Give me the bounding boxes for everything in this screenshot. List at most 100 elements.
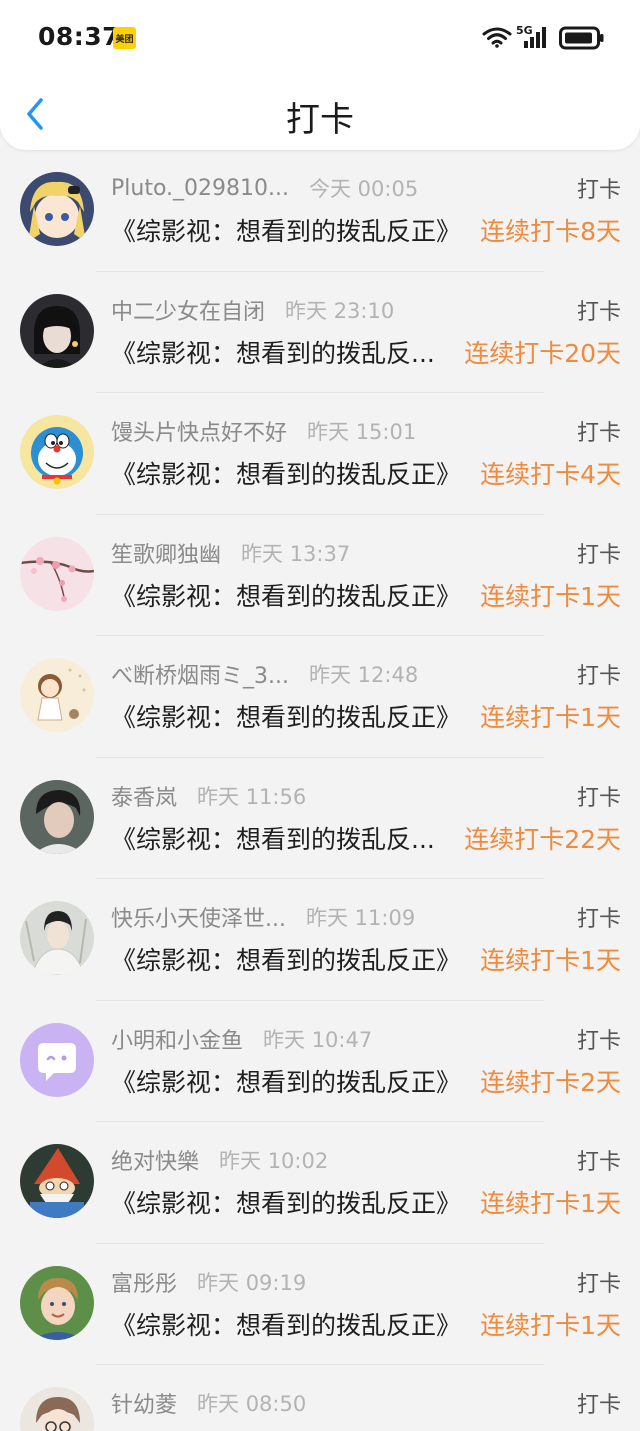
username[interactable]: 笙歌卿独幽 (111, 537, 221, 569)
list-item[interactable]: 泰香岚 昨天 11:56 打卡 《综影视：想看到的拨乱反... 连续打卡22天 (0, 758, 640, 880)
item-content: 《综影视：想看到的拨乱反正》 连续打卡8天 (111, 212, 621, 248)
meituan-app-badge-icon: 美团 (113, 27, 136, 49)
checkin-label: 打卡 (576, 299, 621, 325)
costume-portrait-avatar[interactable] (20, 901, 94, 975)
timestamp: 今天 00:05 (308, 177, 419, 201)
checkin-label: 打卡 (576, 178, 621, 203)
streak-count: 连续打卡1天 (480, 581, 621, 611)
item-meta: 中二少女在自闭 昨天 23:10 打卡 (111, 294, 621, 326)
checkin-label: 打卡 (576, 785, 621, 811)
nav-bar: 打卡 (0, 76, 640, 150)
cartoon-girl-avatar[interactable] (20, 658, 94, 732)
topic-title[interactable]: 《综影视：想看到的拨乱反... (111, 334, 435, 370)
status-bar: 08:37 美团 5G (0, 0, 640, 76)
topic-title[interactable]: 《综影视：想看到的拨乱反正》 (111, 212, 461, 248)
timestamp: 昨天 10:02 (219, 1149, 329, 1173)
username[interactable]: 针幼菱 (111, 1387, 177, 1419)
timestamp: 昨天 09:19 (197, 1270, 307, 1295)
checkin-label: 打卡 (576, 1271, 621, 1297)
signal-icon (524, 27, 546, 48)
list-item[interactable]: 快乐小天使泽世... 昨天 11:09 打卡 《综影视：想看到的拨乱反正》 连续… (0, 879, 640, 1001)
item-meta: 小明和小金鱼 昨天 10:47 打卡 (111, 1023, 621, 1055)
item-content: 《综影视：想看到的拨乱反正》 连续打卡1天 (111, 577, 621, 613)
item-meta: 快乐小天使泽世... 昨天 11:09 打卡 (111, 901, 621, 933)
username[interactable]: 快乐小天使泽世... (111, 901, 286, 933)
item-meta: Pluto._029810... 今天 00:05 打卡 (111, 172, 621, 204)
timestamp: 昨天 08:50 (197, 1392, 307, 1416)
checkin-label: 打卡 (576, 664, 621, 689)
streak-count: 连续打卡4天 (480, 460, 621, 489)
username[interactable]: 富彤彤 (111, 1266, 177, 1298)
topic-title[interactable]: 《综影视：想看到的拨乱反正》 (111, 941, 461, 977)
cherry-blossom-avatar[interactable] (20, 536, 94, 611)
checkin-label: 打卡 (576, 421, 621, 446)
checkin-label: 打卡 (576, 1393, 621, 1418)
item-content: 《综影视：想看到的拨乱反... 连续打卡22天 (111, 820, 621, 856)
item-meta: 绝对快樂 昨天 10:02 打卡 (111, 1144, 621, 1176)
male-portrait-avatar[interactable] (20, 779, 94, 854)
timestamp: 昨天 13:37 (241, 541, 351, 566)
dark-portrait-avatar[interactable] (20, 293, 94, 368)
list-item[interactable]: べ断桥烟雨ミ_3... 昨天 12:48 打卡 《综影视：想看到的拨乱反正》 连… (0, 636, 640, 758)
streak-count: 连续打卡1天 (480, 1189, 621, 1218)
username[interactable]: 小明和小金鱼 (111, 1023, 243, 1055)
topic-title[interactable]: 《综影视：想看到的拨乱反正》 (111, 698, 461, 734)
list-item[interactable]: Pluto._029810... 今天 00:05 打卡 《综影视：想看到的拨乱… (0, 150, 640, 272)
list-item[interactable]: 小明和小金鱼 昨天 10:47 打卡 《综影视：想看到的拨乱反正》 连续打卡2天 (0, 1001, 640, 1123)
username[interactable]: 馒头片快点好不好 (111, 415, 287, 447)
list-item[interactable]: 富彤彤 昨天 09:19 打卡 《综影视：想看到的拨乱反正》 连续打卡1天 (0, 1244, 640, 1366)
item-content: 《综影视：想看到的拨乱反正》 连续打卡1天 (111, 1184, 621, 1220)
username[interactable]: 绝对快樂 (111, 1144, 199, 1176)
checkin-label: 打卡 (576, 1150, 621, 1175)
checkin-label: 打卡 (576, 542, 621, 568)
anime-glasses-avatar[interactable] (20, 1387, 94, 1431)
status-time: 08:37 (38, 22, 121, 51)
header: 08:37 美团 5G 打卡 (0, 0, 640, 150)
timestamp: 昨天 11:56 (197, 784, 307, 809)
item-meta: 富彤彤 昨天 09:19 打卡 (111, 1266, 621, 1298)
username[interactable]: Pluto._029810... (111, 176, 289, 201)
topic-title[interactable]: 《综影视：想看到的拨乱反正》 (111, 577, 461, 613)
timestamp: 昨天 11:09 (305, 906, 416, 930)
item-content: 《综影视：想看到的拨乱反正》 连续打卡1天 (111, 1306, 621, 1342)
item-meta: 针幼菱 昨天 08:50 打卡 (111, 1387, 621, 1419)
checkin-list: Pluto._029810... 今天 00:05 打卡 《综影视：想看到的拨乱… (0, 150, 640, 1431)
streak-count: 连续打卡1天 (480, 703, 621, 732)
gnome-cartoon-avatar[interactable] (20, 1144, 94, 1218)
item-content: 《综影视：想看到的拨乱反正》 连续打卡4天 (111, 455, 621, 491)
topic-title[interactable]: 《综影视：想看到的拨乱反正》 (111, 455, 461, 491)
streak-count: 连续打卡8天 (480, 217, 621, 246)
timestamp: 昨天 12:48 (308, 663, 419, 687)
checkin-label: 打卡 (576, 907, 621, 932)
doraemon-avatar[interactable] (20, 415, 94, 489)
topic-title[interactable]: 《综影视：想看到的拨乱反正》 (111, 1184, 461, 1220)
anime-blonde-girl-avatar[interactable] (20, 172, 94, 246)
topic-title[interactable]: 《综影视：想看到的拨乱反正》 (111, 1063, 461, 1099)
chat-bubble-avatar[interactable] (20, 1022, 94, 1097)
topic-title[interactable]: 《综影视：想看到的拨乱反... (111, 820, 435, 856)
topic-title[interactable]: 《综影视：想看到的拨乱反正》 (111, 1306, 461, 1342)
streak-count: 连续打卡20天 (464, 338, 621, 368)
item-content: 《综影视：想看到的拨乱反... 连续打卡20天 (111, 334, 621, 370)
username[interactable]: 泰香岚 (111, 780, 177, 812)
item-meta: 笙歌卿独幽 昨天 13:37 打卡 (111, 537, 621, 569)
streak-count: 连续打卡22天 (464, 824, 621, 854)
item-meta: 馒头片快点好不好 昨天 15:01 打卡 (111, 415, 621, 447)
child-photo-avatar[interactable] (20, 1265, 94, 1340)
list-item[interactable]: 绝对快樂 昨天 10:02 打卡 《综影视：想看到的拨乱反正》 连续打卡1天 (0, 1122, 640, 1244)
list-item[interactable]: 中二少女在自闭 昨天 23:10 打卡 《综影视：想看到的拨乱反... 连续打卡… (0, 272, 640, 394)
list-item[interactable]: 馒头片快点好不好 昨天 15:01 打卡 《综影视：想看到的拨乱反正》 连续打卡… (0, 393, 640, 515)
streak-count: 连续打卡1天 (480, 1310, 621, 1340)
username[interactable]: 中二少女在自闭 (111, 294, 265, 326)
timestamp: 昨天 23:10 (285, 298, 395, 323)
username[interactable]: べ断桥烟雨ミ_3... (111, 658, 289, 690)
streak-count: 连续打卡1天 (480, 946, 621, 975)
item-meta: べ断桥烟雨ミ_3... 昨天 12:48 打卡 (111, 658, 621, 690)
list-item[interactable]: 针幼菱 昨天 08:50 打卡 (0, 1365, 640, 1431)
item-content: 《综影视：想看到的拨乱反正》 连续打卡1天 (111, 698, 621, 734)
list-item[interactable]: 笙歌卿独幽 昨天 13:37 打卡 《综影视：想看到的拨乱反正》 连续打卡1天 (0, 515, 640, 637)
checkin-label: 打卡 (576, 1028, 621, 1054)
item-content (111, 1427, 621, 1431)
item-content: 《综影视：想看到的拨乱反正》 连续打卡1天 (111, 941, 621, 977)
battery-icon (559, 26, 604, 50)
